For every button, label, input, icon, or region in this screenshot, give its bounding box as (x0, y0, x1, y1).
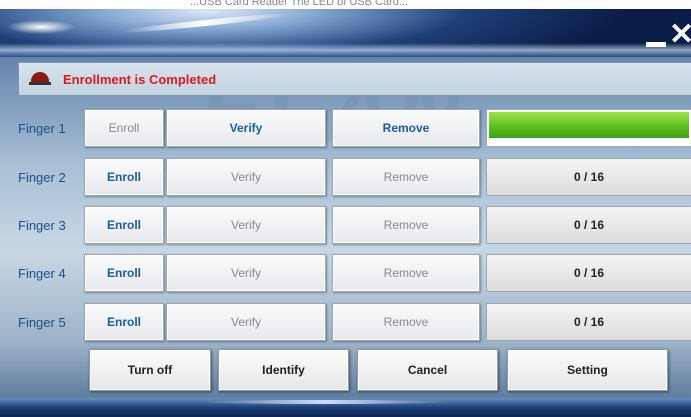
verify-button[interactable]: Verify (166, 254, 326, 292)
remove-button[interactable]: Remove (332, 109, 480, 147)
sample-counter: 0 / 16 (486, 254, 691, 292)
verify-button[interactable]: Verify (166, 303, 326, 341)
app-window: ...USB Card Reader The LED of USB Card..… (0, 0, 691, 417)
enroll-progress-bar (486, 109, 691, 147)
cancel-button[interactable]: Cancel (357, 349, 498, 391)
status-message: Enrollment is Completed (63, 72, 217, 87)
sample-counter: 0 / 16 (486, 158, 691, 196)
verify-button[interactable]: Verify (166, 158, 326, 196)
finger-label: Finger 5 (18, 315, 66, 330)
finger-label: Finger 3 (18, 218, 66, 233)
turn-off-button[interactable]: Turn off (89, 349, 211, 391)
remove-button[interactable]: Remove (332, 303, 480, 341)
status-bar: Enrollment is Completed (18, 62, 691, 96)
sample-counter: 0 / 16 (486, 303, 691, 341)
finger-row-3: Finger 3 Enroll Verify Remove 0 / 16 (0, 206, 691, 246)
title-strip: ...USB Card Reader The LED of USB Card..… (0, 0, 691, 9)
verify-button[interactable]: Verify (166, 109, 326, 147)
verify-button[interactable]: Verify (166, 206, 326, 244)
sample-counter: 0 / 16 (486, 206, 691, 244)
enroll-button[interactable]: Enroll (84, 254, 164, 292)
status-led-icon (31, 72, 49, 82)
status-led-base (29, 82, 51, 85)
finger-row-4: Finger 4 Enroll Verify Remove 0 / 16 (0, 254, 691, 294)
enroll-button[interactable]: Enroll (84, 206, 164, 244)
remove-button[interactable]: Remove (332, 206, 480, 244)
window-title-fragment: ...USB Card Reader The LED of USB Card..… (190, 0, 409, 8)
minimize-icon[interactable] (646, 42, 666, 47)
footer-banner (0, 398, 691, 417)
enroll-button[interactable]: Enroll (84, 158, 164, 196)
finger-row-1: Finger 1 Enroll Verify Remove (0, 109, 691, 149)
remove-button[interactable]: Remove (332, 254, 480, 292)
footer-glow (200, 400, 450, 404)
setting-button[interactable]: Setting (507, 349, 668, 391)
enroll-button[interactable]: Enroll (84, 303, 164, 341)
finger-label: Finger 2 (18, 170, 66, 185)
identify-button[interactable]: Identify (218, 349, 349, 391)
close-icon[interactable]: ✕ (669, 20, 691, 50)
finger-row-5: Finger 5 Enroll Verify Remove 0 / 16 (0, 303, 691, 343)
finger-row-2: Finger 2 Enroll Verify Remove 0 / 16 (0, 158, 691, 198)
header-streak (120, 11, 290, 35)
progress-fill (489, 112, 689, 138)
header-horizon (0, 43, 691, 57)
header-glow (6, 20, 76, 34)
finger-label: Finger 4 (18, 266, 66, 281)
finger-label: Finger 1 (18, 121, 66, 136)
enroll-button[interactable]: Enroll (84, 109, 164, 147)
remove-button[interactable]: Remove (332, 158, 480, 196)
